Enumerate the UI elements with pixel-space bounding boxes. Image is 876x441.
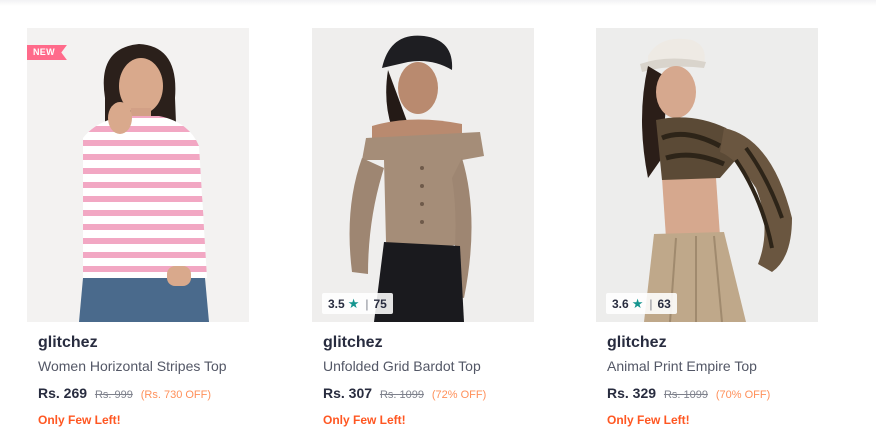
product-card[interactable]: 3.6 ★ | 63 glitchez Animal Print Empire … — [596, 28, 818, 427]
stock-note: Only Few Left! — [607, 413, 690, 427]
product-photo-striped-top — [27, 28, 249, 322]
product-brand: glitchez — [38, 334, 98, 351]
product-image[interactable]: 3.6 ★ | 63 — [596, 28, 818, 322]
original-price: Rs. 1099 — [379, 389, 424, 401]
stock-note: Only Few Left! — [323, 413, 406, 427]
discounted-price: Rs. 329 — [607, 385, 657, 401]
discount-label: (72% OFF) — [431, 389, 487, 401]
star-icon: ★ — [631, 295, 644, 311]
product-name: Women Horizontal Stripes Top — [38, 358, 227, 374]
rating-separator: | — [649, 296, 653, 311]
original-price: Rs. 1099 — [663, 389, 708, 401]
rating-badge: 3.6 ★ | 63 — [606, 293, 677, 314]
product-photo-animal-print-top — [596, 28, 818, 322]
rating-separator: | — [365, 296, 369, 311]
rating-badge: 3.5 ★ | 75 — [322, 293, 393, 314]
discount-label: (70% OFF) — [715, 389, 771, 401]
price-row: Rs. 329 Rs. 1099 (70% OFF) — [596, 385, 818, 403]
product-name: Animal Print Empire Top — [607, 358, 757, 374]
product-photo-bardot-top — [312, 28, 534, 322]
original-price: Rs. 999 — [94, 389, 133, 401]
discounted-price: Rs. 307 — [323, 385, 373, 401]
price-row: Rs. 269 Rs. 999 (Rs. 730 OFF) — [27, 385, 249, 403]
stock-note: Only Few Left! — [38, 413, 121, 427]
product-brand: glitchez — [607, 334, 667, 351]
top-shadow-bar — [0, 0, 876, 6]
product-card[interactable]: NEW glitchez Women Horizontal Stripes To… — [27, 28, 249, 427]
rating-value: 3.6 — [612, 296, 629, 311]
product-image[interactable]: NEW — [27, 28, 249, 322]
discount-label: (Rs. 730 OFF) — [140, 389, 212, 401]
product-card[interactable]: 3.5 ★ | 75 glitchez Unfolded Grid Bardot… — [312, 28, 534, 427]
product-image[interactable]: 3.5 ★ | 75 — [312, 28, 534, 322]
rating-value: 3.5 — [328, 296, 345, 311]
discounted-price: Rs. 269 — [38, 385, 88, 401]
product-name: Unfolded Grid Bardot Top — [323, 358, 481, 374]
rating-count: 63 — [657, 296, 671, 311]
price-row: Rs. 307 Rs. 1099 (72% OFF) — [312, 385, 534, 403]
new-badge: NEW — [27, 45, 67, 60]
rating-count: 75 — [373, 296, 387, 311]
product-brand: glitchez — [323, 334, 383, 351]
star-icon: ★ — [347, 295, 360, 311]
